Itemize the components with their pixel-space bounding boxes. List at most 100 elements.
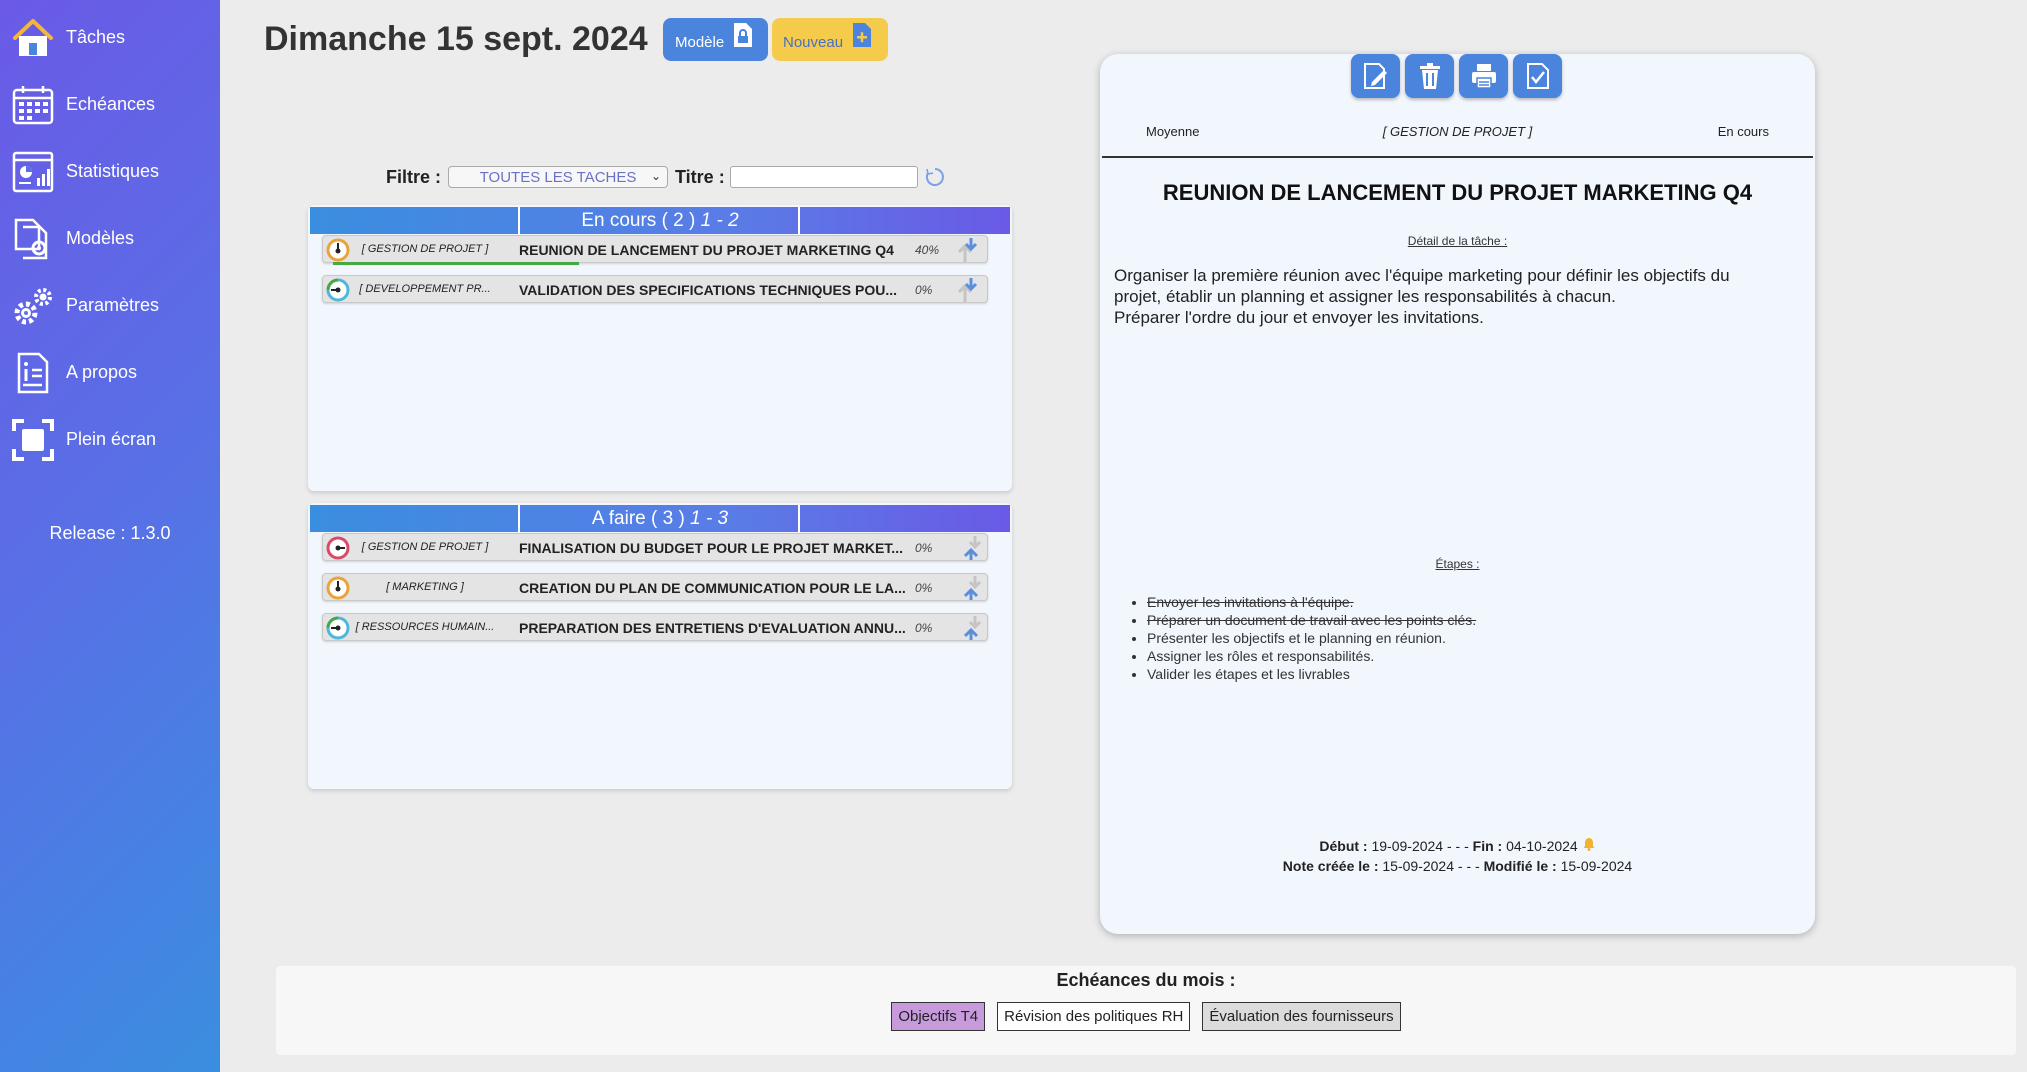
description-line: projet, établir un planning et assigner … — [1114, 287, 1616, 306]
sidebar-item-parametres[interactable]: Paramètres — [0, 275, 220, 335]
detail-divider — [1102, 156, 1813, 158]
panel-range: 1 - 3 — [690, 507, 729, 529]
file-lock-icon — [732, 22, 754, 52]
detail-dates: Début : 19-09-2024 - - - Fin : 04-10-202… — [1100, 837, 1815, 854]
echeance-chip[interactable]: Révision des politiques RH — [997, 1002, 1191, 1031]
titre-search-input[interactable] — [729, 166, 918, 188]
calendar-icon — [10, 82, 56, 128]
description-line: Organiser la première réunion avec l'équ… — [1114, 266, 1730, 285]
header-divider — [518, 207, 520, 234]
echeance-chip[interactable]: Évaluation des fournisseurs — [1202, 1002, 1401, 1031]
panel-label: A faire — [591, 507, 646, 529]
panel-range: 1 - 2 — [700, 209, 739, 231]
detail-description: Organiser la première réunion avec l'équ… — [1114, 265, 1804, 328]
step-item: Présenter les objectifs et le planning e… — [1147, 629, 1476, 647]
priority-high-icon — [326, 536, 350, 560]
sidebar-item-echeances[interactable]: Echéances — [0, 74, 220, 134]
detail-note-dates: Note créée le : 15-09-2024 - - - Modifié… — [1100, 858, 1815, 874]
task-title: REUNION DE LANCEMENT DU PROJET MARKETING… — [519, 242, 894, 258]
header-divider — [798, 505, 800, 532]
date-separator: - - - — [1457, 858, 1480, 874]
sidebar-item-modeles[interactable]: Modèles — [0, 208, 220, 268]
echeances-title: Echéances du mois : — [1056, 970, 1236, 990]
task-progress-bar — [333, 262, 579, 265]
task-row[interactable]: [ GESTION DE PROJET ] REUNION DE LANCEME… — [322, 235, 988, 265]
created-label: Note créée le : — [1282, 858, 1379, 874]
task-category: [ MARKETING ] — [386, 581, 464, 593]
home-icon — [10, 15, 56, 61]
move-up-icon[interactable] — [955, 574, 985, 600]
task-row[interactable]: [ RESSOURCES HUMAIN... PREPARATION DES E… — [322, 613, 988, 641]
step-item: Envoyer les invitations à l'équipe. — [1147, 593, 1476, 611]
description-line: Préparer l'ordre du jour et envoyer les … — [1114, 308, 1484, 327]
step-item: Assigner les rôles et responsabilités. — [1147, 647, 1476, 665]
step-item: Préparer un document de travail avec les… — [1147, 611, 1476, 629]
task-row[interactable]: [ GESTION DE PROJET ] FINALISATION DU BU… — [322, 533, 988, 561]
sidebar-item-label: Modèles — [66, 228, 135, 248]
sidebar-item-taches[interactable]: Tâches — [0, 7, 220, 67]
sidebar-item-label: Paramètres — [66, 295, 160, 315]
page-title: Dimanche 15 sept. 2024 — [264, 20, 648, 58]
task-category: [ RESSOURCES HUMAIN... — [355, 621, 495, 633]
echeance-chip[interactable]: Objectifs T4 — [891, 1002, 986, 1031]
delete-button[interactable] — [1405, 54, 1454, 98]
refresh-icon[interactable] — [925, 167, 945, 187]
filter-label: Filtre : — [386, 166, 442, 187]
nouveau-button-label: Nouveau — [783, 34, 844, 51]
sidebar-item-statistiques[interactable]: Statistiques — [0, 141, 220, 201]
print-button[interactable] — [1459, 54, 1508, 98]
nouveau-button[interactable]: Nouveau — [772, 18, 888, 61]
templates-icon — [10, 216, 56, 262]
detail-title: REUNION DE LANCEMENT DU PROJET MARKETING… — [1162, 180, 1753, 205]
move-up-icon[interactable] — [955, 614, 985, 640]
file-check-icon — [1526, 63, 1549, 89]
modified-date: 15-09-2024 — [1560, 858, 1633, 874]
echeances-chips: Objectifs T4 Révision des politiques RH … — [276, 1002, 2016, 1031]
task-category: [ GESTION DE PROJET ] — [361, 541, 489, 553]
fin-date: 04-10-2024 — [1506, 838, 1578, 854]
priority-medium-icon — [326, 238, 350, 262]
sidebar-item-label: Echéances — [66, 94, 156, 114]
titre-label: Titre : — [675, 166, 725, 187]
trash-icon — [1419, 63, 1440, 89]
task-percent: 0% — [915, 283, 933, 297]
complete-button[interactable] — [1513, 54, 1562, 98]
task-title: FINALISATION DU BUDGET POUR LE PROJET MA… — [519, 540, 903, 556]
move-up-icon[interactable] — [955, 534, 985, 560]
task-category: [ GESTION DE PROJET ] — [361, 243, 489, 255]
sidebar-item-plein-ecran[interactable]: Plein écran — [0, 409, 220, 469]
filter-select[interactable]: TOUTES LES TACHES ⌄ — [448, 166, 669, 188]
task-percent: 0% — [915, 581, 933, 595]
sidebar-item-label: Tâches — [66, 27, 126, 47]
panel-label: En cours — [581, 209, 657, 231]
panel-count: ( 3 ) — [651, 507, 685, 529]
priority-medium-icon — [326, 576, 350, 600]
printer-icon — [1471, 64, 1496, 89]
task-detail-card: Moyenne [ GESTION DE PROJET ] En cours R… — [1100, 54, 1815, 934]
modele-button-label: Modèle — [675, 34, 725, 51]
created-date: 15-09-2024 — [1382, 858, 1455, 874]
step-item: Valider les étapes et les livrables — [1147, 665, 1476, 683]
steps-label: Étapes : — [1435, 557, 1480, 571]
sidebar-item-a-propos[interactable]: A propos — [0, 342, 220, 402]
a-faire-panel: A faire ( 3 ) 1 - 3 [ GESTION DE PROJET … — [308, 503, 1012, 789]
steps-list: Envoyer les invitations à l'équipe. Prép… — [1147, 593, 1476, 683]
move-down-icon[interactable] — [955, 236, 985, 262]
fullscreen-icon — [10, 417, 56, 463]
edit-button[interactable] — [1351, 54, 1400, 98]
a-faire-panel-header: A faire ( 3 ) 1 - 3 — [310, 505, 1010, 532]
date-separator: - - - — [1447, 838, 1469, 854]
bell-icon — [1582, 838, 1596, 854]
release-version: Release : 1.3.0 — [49, 523, 171, 543]
priority-low-icon — [326, 278, 350, 302]
task-percent: 0% — [915, 621, 933, 635]
move-down-icon[interactable] — [955, 276, 985, 302]
task-row[interactable]: [ MARKETING ] CREATION DU PLAN DE COMMUN… — [322, 573, 988, 601]
sidebar-item-label: A propos — [66, 362, 138, 382]
header-divider — [518, 505, 520, 532]
info-document-icon — [10, 350, 56, 396]
task-title: VALIDATION DES SPECIFICATIONS TECHNIQUES… — [519, 282, 898, 298]
task-row[interactable]: [ DEVELOPPEMENT PR... VALIDATION DES SPE… — [322, 275, 988, 303]
modele-button[interactable]: Modèle — [663, 18, 768, 61]
en-cours-panel-header: En cours ( 2 ) 1 - 2 — [310, 207, 1010, 234]
